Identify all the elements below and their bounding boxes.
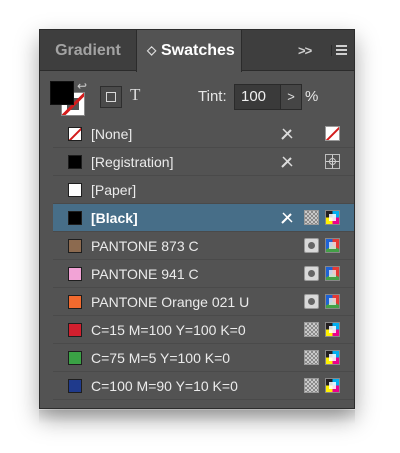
swatch-row-none[interactable]: [None] (53, 120, 354, 148)
process-icon (304, 378, 319, 393)
formatting-container-button[interactable] (100, 86, 122, 108)
swatch-name: PANTONE 873 C (91, 238, 199, 254)
swatch-name: PANTONE 941 C (91, 266, 199, 282)
swatch-chip (68, 295, 82, 309)
rgb-icon (325, 238, 340, 253)
tint-label: Tint: (198, 88, 227, 105)
fill-color-icon[interactable] (50, 81, 74, 105)
swatch-name: C=100 M=90 Y=10 K=0 (91, 378, 238, 394)
registration-icon (325, 154, 340, 169)
swatch-name: C=15 M=100 Y=100 K=0 (91, 322, 246, 338)
none-icon (325, 126, 340, 141)
cmyk-icon (325, 378, 340, 393)
swatches-panel: Gradient ◇ Swatches >> ↩ T Tint: 100 > %… (39, 29, 355, 409)
swatch-chip (68, 323, 82, 337)
rgb-icon (325, 266, 340, 281)
spot-icon (304, 238, 319, 253)
swatch-name: PANTONE Orange 021 U (91, 294, 250, 310)
swatch-chip (68, 351, 82, 365)
swatch-list: [None] [Registration] [Paper] [Black] PA… (53, 120, 354, 410)
swatch-row-pantone-873[interactable]: PANTONE 873 C (53, 232, 354, 260)
panel-menu-icon[interactable] (331, 45, 347, 56)
swap-fill-stroke-icon[interactable]: ↩ (77, 79, 87, 93)
spot-icon (304, 294, 319, 309)
tab-swatches[interactable]: ◇ Swatches (136, 30, 242, 72)
panel-tab-bar: Gradient ◇ Swatches >> (40, 30, 354, 72)
panel-shadow (39, 410, 355, 424)
swatch-chip (68, 239, 82, 253)
swatch-row-pantone-orange[interactable]: PANTONE Orange 021 U (53, 288, 354, 316)
process-icon (304, 322, 319, 337)
swatch-chip (68, 155, 82, 169)
swatch-name: [Registration] (91, 154, 174, 170)
cmyk-icon (325, 322, 340, 337)
rgb-icon (325, 294, 340, 309)
cmyk-icon (325, 350, 340, 365)
tab-swatches-label: Swatches (161, 42, 235, 59)
swatch-row-pantone-941[interactable]: PANTONE 941 C (53, 260, 354, 288)
swatch-name: [Black] (91, 210, 138, 226)
tab-chevron-icon: ◇ (147, 43, 157, 57)
swatch-chip (68, 127, 82, 141)
tint-input[interactable]: 100 (234, 84, 284, 110)
pencil-lock-icon (280, 210, 295, 225)
swatch-chip (68, 267, 82, 281)
swatch-row-registration[interactable]: [Registration] (53, 148, 354, 176)
pencil-lock-icon (280, 154, 295, 169)
swatch-name: C=75 M=5 Y=100 K=0 (91, 350, 231, 366)
swatch-chip (68, 379, 82, 393)
swatch-chip (68, 183, 82, 197)
pencil-lock-icon (280, 126, 295, 141)
cmyk-icon (325, 210, 340, 225)
swatch-row-blue-process[interactable]: C=100 M=90 Y=10 K=0 (53, 372, 354, 400)
process-icon (304, 210, 319, 225)
swatch-chip (68, 211, 82, 225)
expand-panel-button[interactable]: >> (298, 30, 312, 71)
tint-percent-label: % (305, 88, 319, 105)
process-icon (304, 350, 319, 365)
swatch-name: [Paper] (91, 182, 137, 198)
swatch-name: [None] (91, 126, 133, 142)
swatch-row-black[interactable]: [Black] (53, 204, 354, 232)
formatting-text-button[interactable]: T (130, 85, 140, 105)
spot-icon (304, 266, 319, 281)
tab-gradient[interactable]: Gradient (40, 30, 136, 71)
swatch-row-red-process[interactable]: C=15 M=100 Y=100 K=0 (53, 316, 354, 344)
swatch-row-green-process[interactable]: C=75 M=5 Y=100 K=0 (53, 344, 354, 372)
swatch-row-paper[interactable]: [Paper] (53, 176, 354, 204)
tint-stepper-button[interactable]: > (280, 84, 302, 110)
